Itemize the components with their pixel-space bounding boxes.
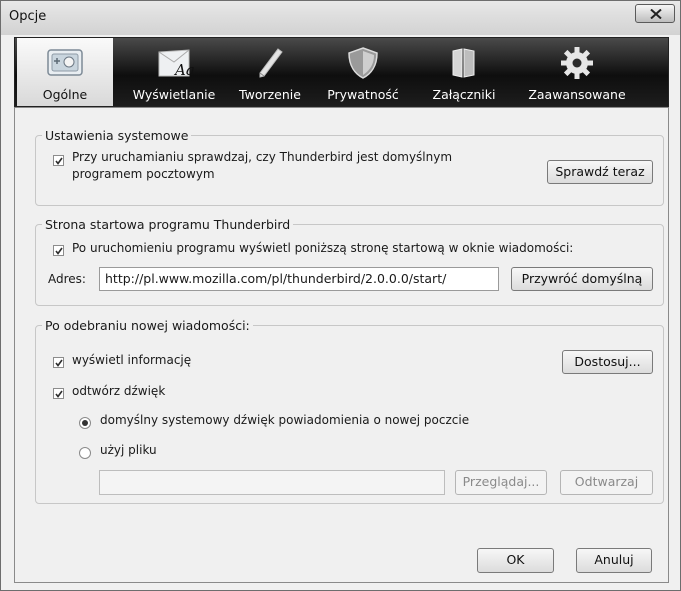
gear-icon — [557, 46, 597, 83]
tab-display[interactable]: Aa Wyświetlanie — [123, 38, 225, 106]
attachments-icon — [444, 46, 484, 83]
use-file-label: użyj pliku — [100, 443, 157, 457]
tab-label: Prywatność — [327, 87, 399, 102]
play-sound-checkbox[interactable] — [53, 388, 64, 399]
customize-button[interactable]: Dostosuj... — [562, 350, 653, 374]
address-label: Adres: — [48, 272, 86, 286]
group-legend: Strona startowa programu Thunderbird — [45, 217, 291, 232]
general-panel: Ustawienia systemowe Przy uruchamianiu s… — [14, 107, 669, 583]
tab-composition[interactable]: Tworzenie — [227, 38, 313, 106]
category-toolbar: Ogólne Aa Wyświetlanie Tworzenie Prywatn… — [14, 37, 669, 107]
tab-label: Załączniki — [432, 87, 496, 102]
tab-attachments[interactable]: Załączniki — [419, 38, 509, 106]
cancel-button[interactable]: Anuluj — [576, 548, 652, 573]
browse-button[interactable]: Przeglądaj... — [455, 470, 547, 495]
group-legend: Po odebraniu nowej wiadomości: — [45, 318, 250, 333]
options-window: Opcje Ogólne Aa Wyświetlanie Tworzenie P… — [0, 0, 681, 591]
default-client-label-line2: programem pocztowym — [72, 167, 215, 181]
tab-privacy[interactable]: Prywatność — [315, 38, 411, 106]
check-now-button[interactable]: Sprawdź teraz — [547, 160, 653, 184]
default-client-checkbox[interactable] — [53, 155, 64, 166]
tab-label: Zaawansowane — [528, 87, 626, 102]
default-sound-label: domyślny systemowy dźwięk powiadomienia … — [100, 413, 470, 427]
tab-label: Tworzenie — [239, 87, 301, 102]
group-legend: Ustawienia systemowe — [45, 128, 189, 143]
svg-text:Aa: Aa — [173, 61, 194, 79]
default-sound-radio[interactable] — [79, 417, 91, 429]
close-button[interactable] — [635, 4, 675, 23]
display-icon: Aa — [154, 46, 195, 83]
shield-icon — [343, 46, 383, 83]
general-icon — [45, 46, 85, 83]
close-icon — [650, 9, 662, 19]
start-page-label: Po uruchomieniu programu wyświetl poniżs… — [72, 241, 574, 255]
tab-general[interactable]: Ogólne — [17, 38, 113, 106]
window-title: Opcje — [9, 9, 47, 24]
play-button[interactable]: Odtwarzaj — [560, 470, 653, 495]
tab-label: Ogólne — [42, 87, 88, 102]
restore-default-button[interactable]: Przywróć domyślną — [511, 267, 653, 291]
pen-icon — [250, 46, 290, 83]
tab-label: Wyświetlanie — [132, 87, 216, 102]
address-input[interactable]: http://pl.www.mozilla.com/pl/thunderbird… — [99, 267, 499, 291]
checkmark-icon — [55, 390, 63, 398]
ok-button[interactable]: OK — [477, 548, 554, 573]
checkmark-icon — [55, 157, 63, 165]
checkmark-icon — [55, 247, 63, 255]
checkmark-icon — [55, 359, 63, 367]
sound-file-input[interactable] — [99, 470, 445, 495]
play-sound-label: odtwórz dźwięk — [72, 384, 166, 398]
title-bar[interactable]: Opcje — [1, 1, 680, 35]
default-client-label-line1: Przy uruchamianiu sprawdzaj, czy Thunder… — [72, 150, 453, 164]
start-page-group: Strona startowa programu Thunderbird — [35, 217, 664, 306]
start-page-checkbox[interactable] — [53, 245, 64, 256]
use-file-radio[interactable] — [79, 447, 91, 459]
show-alert-checkbox[interactable] — [53, 357, 64, 368]
show-alert-label: wyświetl informację — [72, 353, 192, 367]
tab-advanced[interactable]: Zaawansowane — [521, 38, 633, 106]
